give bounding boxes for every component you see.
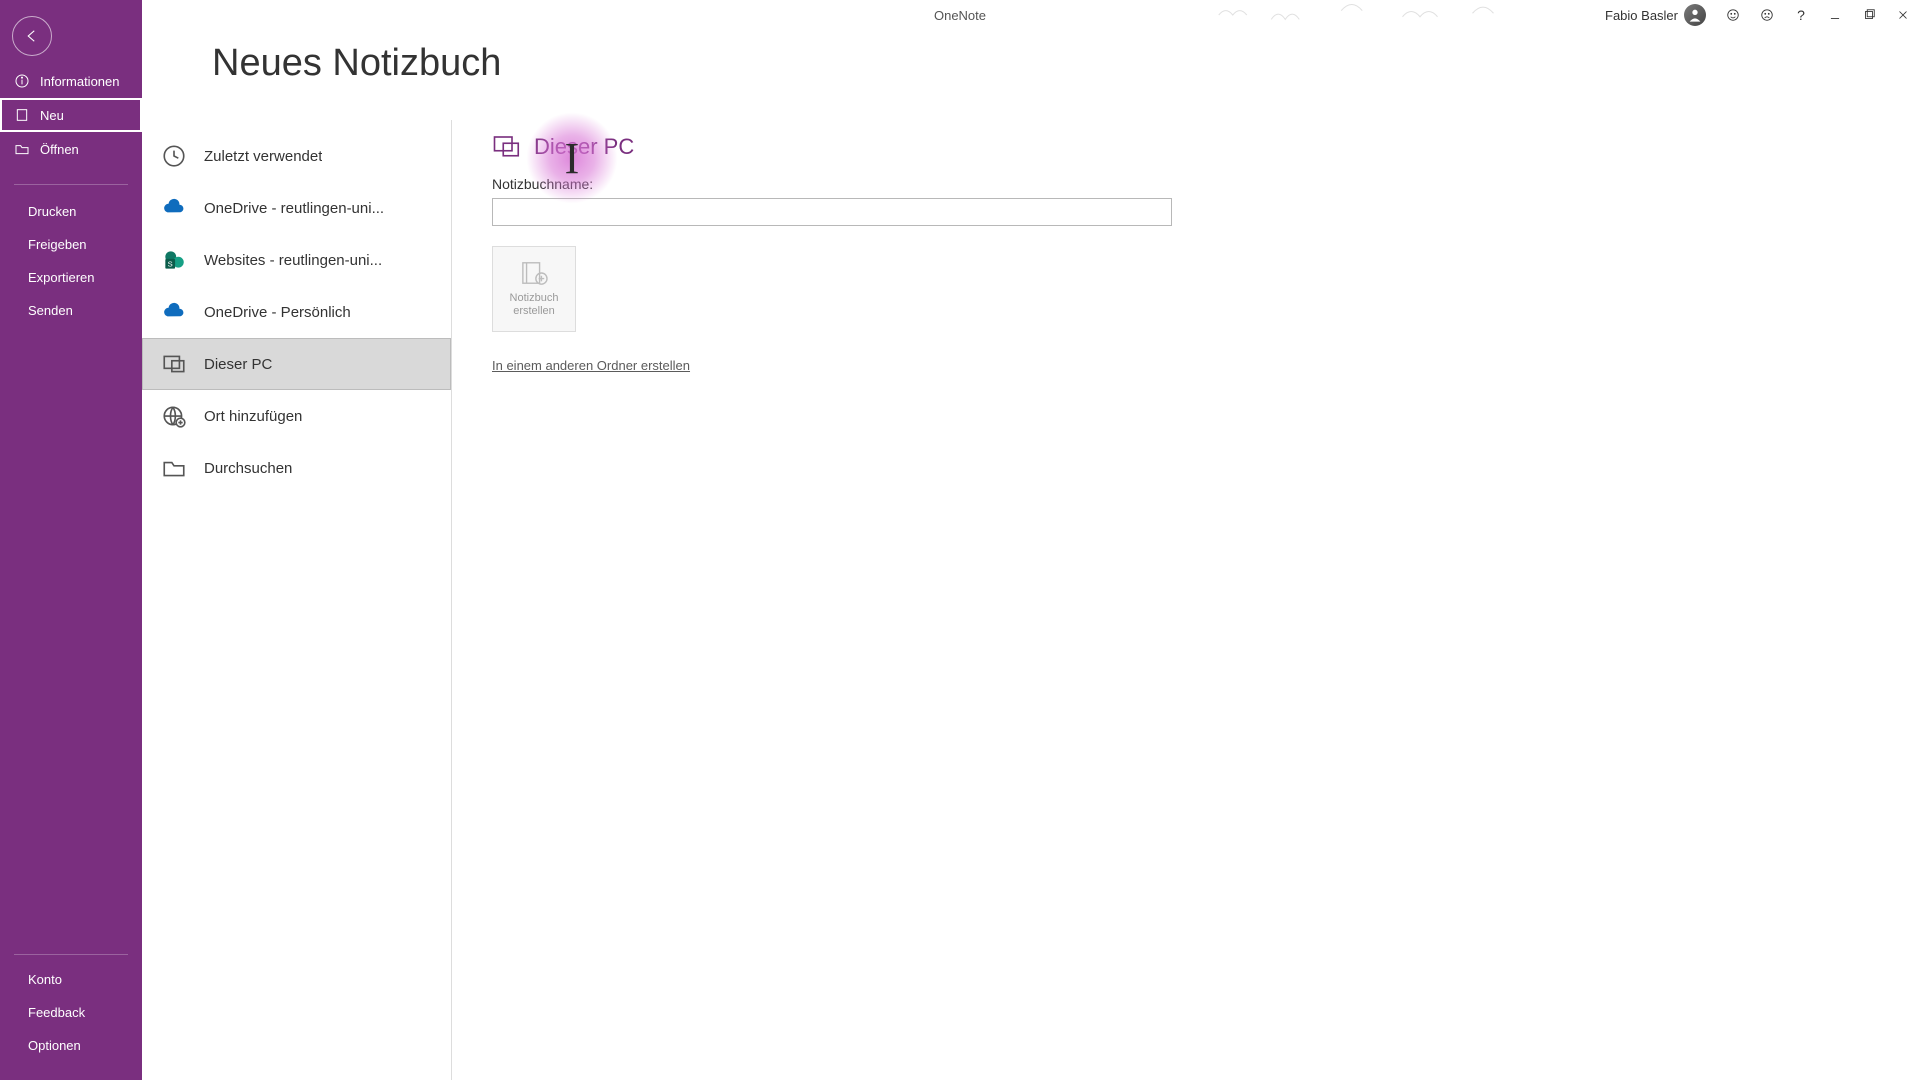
sidebar-label-feedback: Feedback (28, 1005, 85, 1020)
new-icon (14, 107, 30, 123)
sidebar-item-info[interactable]: Informationen (0, 64, 142, 98)
sidebar-label-send: Senden (28, 303, 73, 318)
details-pane: Dieser PC Notizbuchname: Notizbuch erste… (452, 120, 1920, 1080)
details-header-title: Dieser PC (534, 134, 634, 160)
svg-text:S: S (168, 260, 173, 269)
avatar[interactable] (1684, 4, 1706, 26)
content-area: Neues Notizbuch Zuletzt verwendet OneDri… (142, 0, 1920, 1080)
title-bar-right: Fabio Basler ? (1605, 0, 1920, 30)
location-browse[interactable]: Durchsuchen (142, 442, 451, 494)
sidebar-item-account[interactable]: Konto (0, 963, 142, 996)
onedrive-icon (160, 194, 188, 222)
location-onedrive-org[interactable]: OneDrive - reutlingen-uni... (142, 182, 451, 234)
onedrive-icon (160, 298, 188, 326)
feedback-smile-icon[interactable] (1716, 0, 1750, 30)
location-this-pc[interactable]: Dieser PC (142, 338, 451, 390)
feedback-frown-icon[interactable] (1750, 0, 1784, 30)
pc-icon (160, 350, 188, 378)
minimize-icon[interactable] (1818, 0, 1852, 30)
location-label: Zuletzt verwendet (204, 148, 322, 165)
maximize-icon[interactable] (1852, 0, 1886, 30)
sidebar-item-export[interactable]: Exportieren (0, 261, 142, 294)
location-onedrive-personal[interactable]: OneDrive - Persönlich (142, 286, 451, 338)
sidebar-label-options: Optionen (28, 1038, 81, 1053)
sidebar-label-info: Informationen (40, 74, 120, 89)
title-bar: OneNote Fabio Basler ? (0, 0, 1920, 30)
notebook-name-input[interactable] (492, 198, 1172, 226)
folder-icon (160, 454, 188, 482)
sidebar-separator (14, 184, 128, 185)
location-recent[interactable]: Zuletzt verwendet (142, 130, 451, 182)
sidebar-label-export: Exportieren (28, 270, 94, 285)
locations-list: Zuletzt verwendet OneDrive - reutlingen-… (142, 120, 452, 1080)
sidebar-item-feedback[interactable]: Feedback (0, 996, 142, 1029)
page-title: Neues Notizbuch (212, 42, 501, 85)
pc-icon (492, 132, 522, 162)
location-label: Websites - reutlingen-uni... (204, 252, 382, 269)
sidebar-label-open: Öffnen (40, 142, 79, 157)
globe-plus-icon (160, 402, 188, 430)
details-header: Dieser PC (492, 132, 1880, 162)
open-icon (14, 141, 30, 157)
sidebar-item-options[interactable]: Optionen (0, 1029, 142, 1062)
decor-birds (1210, 0, 1560, 35)
sharepoint-icon: S (160, 246, 188, 274)
location-label: Ort hinzufügen (204, 408, 302, 425)
sidebar-item-new[interactable]: Neu (0, 98, 142, 132)
location-label: Durchsuchen (204, 460, 292, 477)
location-label: OneDrive - reutlingen-uni... (204, 200, 384, 217)
sidebar-item-share[interactable]: Freigeben (0, 228, 142, 261)
sidebar-item-print[interactable]: Drucken (0, 195, 142, 228)
sidebar-item-open[interactable]: Öffnen (0, 132, 142, 166)
location-label: Dieser PC (204, 356, 272, 373)
notebook-plus-icon (519, 260, 549, 286)
sidebar-label-share: Freigeben (28, 237, 87, 252)
clock-icon (160, 142, 188, 170)
location-sites-org[interactable]: S Websites - reutlingen-uni... (142, 234, 451, 286)
sidebar-separator-bottom (14, 954, 128, 955)
location-label: OneDrive - Persönlich (204, 304, 351, 321)
create-notebook-label: Notizbuch erstellen (493, 292, 575, 318)
sidebar-label-account: Konto (28, 972, 62, 987)
create-elsewhere-link[interactable]: In einem anderen Ordner erstellen (492, 358, 690, 373)
sidebar-label-print: Drucken (28, 204, 76, 219)
sidebar-label-new: Neu (40, 108, 64, 123)
create-notebook-button: Notizbuch erstellen (492, 246, 576, 332)
help-icon[interactable]: ? (1784, 0, 1818, 30)
user-name[interactable]: Fabio Basler (1605, 8, 1678, 23)
notebook-name-label: Notizbuchname: (492, 176, 1880, 192)
app-title: OneNote (934, 8, 986, 23)
sidebar-item-send[interactable]: Senden (0, 294, 142, 327)
close-icon[interactable] (1886, 0, 1920, 30)
backstage-sidebar: Informationen Neu Öffnen Drucken Freigeb… (0, 0, 142, 1080)
location-add-place[interactable]: Ort hinzufügen (142, 390, 451, 442)
info-icon (14, 73, 30, 89)
